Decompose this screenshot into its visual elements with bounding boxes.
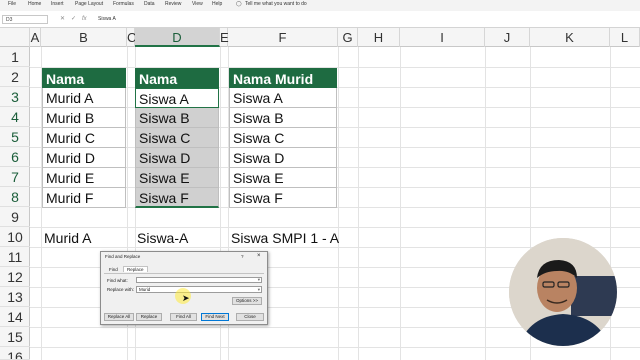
table-cell[interactable]: Siswa D	[229, 148, 337, 168]
close-button[interactable]: Close	[236, 313, 264, 321]
row-header-3[interactable]: 3	[0, 87, 30, 107]
help-button[interactable]: ?	[241, 254, 244, 259]
column-header-k[interactable]: K	[530, 28, 610, 47]
row-header-4[interactable]: 4	[0, 107, 30, 127]
column-header-a[interactable]: A	[30, 28, 41, 47]
options-button[interactable]: Options >>	[232, 297, 262, 305]
formula-bar: D3 ✕ ✓ fx Siswa A	[0, 11, 640, 28]
presenter-avatar	[509, 238, 617, 346]
ribbon-tabs: File Home Insert Page Layout Formulas Da…	[0, 0, 640, 11]
table-cell[interactable]: Siswa B	[135, 108, 219, 128]
lightbulb-icon: ◯	[236, 1, 242, 7]
table-cell[interactable]: Siswa C	[135, 128, 219, 148]
row-header-7[interactable]: 7	[0, 167, 30, 187]
find-next-button[interactable]: Find Next	[201, 313, 229, 321]
replace-button[interactable]: Replace	[136, 313, 162, 321]
active-cell[interactable]: Siswa A	[135, 88, 219, 108]
table-cell[interactable]: Siswa B	[229, 108, 337, 128]
table-cell[interactable]: Siswa F	[135, 188, 219, 208]
column-header-e[interactable]: E	[220, 28, 229, 47]
cell-b10[interactable]: Murid A	[44, 228, 91, 248]
tab-formulas[interactable]: Formulas	[113, 1, 134, 7]
table-cell[interactable]: Siswa D	[135, 148, 219, 168]
tab-file[interactable]: File	[8, 1, 16, 7]
row-header-2[interactable]: 2	[0, 67, 30, 87]
tab-help[interactable]: Help	[212, 1, 222, 7]
row-header-6[interactable]: 6	[0, 147, 30, 167]
column-header-b[interactable]: B	[41, 28, 127, 47]
column-header-f[interactable]: F	[228, 28, 338, 47]
formula-input[interactable]: Siswa A	[98, 15, 116, 24]
replace-with-input[interactable]: Murid ▾	[136, 286, 262, 293]
dialog-title: Find and Replace	[105, 254, 141, 259]
chevron-down-icon[interactable]: ▾	[258, 277, 260, 283]
table-cell[interactable]: Murid C	[42, 128, 126, 148]
chevron-down-icon[interactable]: ▾	[258, 287, 260, 293]
tab-divider	[104, 273, 264, 274]
column-header-g[interactable]: G	[338, 28, 358, 47]
close-icon[interactable]: ×	[257, 253, 261, 259]
mouse-cursor-icon: ➤	[182, 293, 190, 303]
row-header-10[interactable]: 10	[0, 227, 30, 247]
table-cell[interactable]: Murid A	[42, 88, 126, 108]
row-header-5[interactable]: 5	[0, 127, 30, 147]
replace-with-label: Replace with:	[107, 287, 135, 292]
table-cell[interactable]: Murid D	[42, 148, 126, 168]
row-header-16[interactable]: 16	[0, 347, 30, 360]
table-header[interactable]: Nama Murid	[229, 68, 337, 88]
column-header-c[interactable]: C	[127, 28, 136, 47]
function-icon[interactable]: fx	[82, 15, 87, 24]
table-header[interactable]: Nama Murid	[42, 68, 126, 107]
tab-insert[interactable]: Insert	[51, 1, 64, 7]
table-cell[interactable]: Murid E	[42, 168, 126, 188]
enter-check-icon[interactable]: ✓	[71, 15, 76, 24]
find-what-input[interactable]: ▾	[136, 277, 262, 283]
row-header-8[interactable]: 8	[0, 187, 30, 207]
table-cell[interactable]: Murid B	[42, 108, 126, 128]
row-header-1[interactable]: 1	[0, 47, 30, 67]
cancel-icon[interactable]: ✕	[60, 15, 65, 24]
row-header-9[interactable]: 9	[0, 207, 30, 227]
row-header-13[interactable]: 13	[0, 287, 30, 307]
webcam-overlay	[509, 238, 617, 346]
replace-all-button[interactable]: Replace All	[104, 313, 134, 321]
tab-home[interactable]: Home	[28, 1, 41, 7]
row-header-14[interactable]: 14	[0, 307, 30, 327]
column-header-l[interactable]: L	[610, 28, 640, 47]
table-header[interactable]: Nama Murid	[135, 68, 219, 107]
column-header-h[interactable]: H	[358, 28, 400, 47]
cell-f10[interactable]: Siswa SMPI 1 - A	[231, 228, 339, 248]
table-cell[interactable]: Siswa E	[135, 168, 219, 188]
column-header-j[interactable]: J	[485, 28, 530, 47]
find-all-button[interactable]: Find All	[170, 313, 197, 321]
table-cell[interactable]: Siswa E	[229, 168, 337, 188]
tab-replace[interactable]: Replace	[123, 266, 148, 272]
table-cell[interactable]: Siswa C	[229, 128, 337, 148]
tab-view[interactable]: View	[192, 1, 203, 7]
row-header-15[interactable]: 15	[0, 327, 30, 347]
tab-review[interactable]: Review	[165, 1, 181, 7]
tab-data[interactable]: Data	[144, 1, 155, 7]
column-headers: A B C D E F G H I J K L	[0, 28, 640, 47]
table-cell[interactable]: Murid F	[42, 188, 126, 208]
tell-me-search[interactable]: Tell me what you want to do	[245, 1, 307, 7]
column-header-d[interactable]: D	[135, 28, 220, 47]
tab-find[interactable]: Find	[109, 267, 118, 272]
select-all-corner[interactable]	[0, 28, 30, 47]
row-header-11[interactable]: 11	[0, 247, 30, 267]
cell-d10[interactable]: Siswa-A	[137, 228, 188, 248]
row-headers: 1 2 3 4 5 6 7 8 9 10 11 12 13 14 15 16	[0, 47, 30, 360]
row-header-12[interactable]: 12	[0, 267, 30, 287]
tab-page-layout[interactable]: Page Layout	[75, 1, 103, 7]
column-header-i[interactable]: I	[400, 28, 485, 47]
table-cell[interactable]: Siswa F	[229, 188, 337, 208]
name-box[interactable]: D3	[2, 15, 48, 24]
table-cell[interactable]: Siswa A	[229, 88, 337, 108]
find-what-label: Find what:	[107, 278, 128, 283]
